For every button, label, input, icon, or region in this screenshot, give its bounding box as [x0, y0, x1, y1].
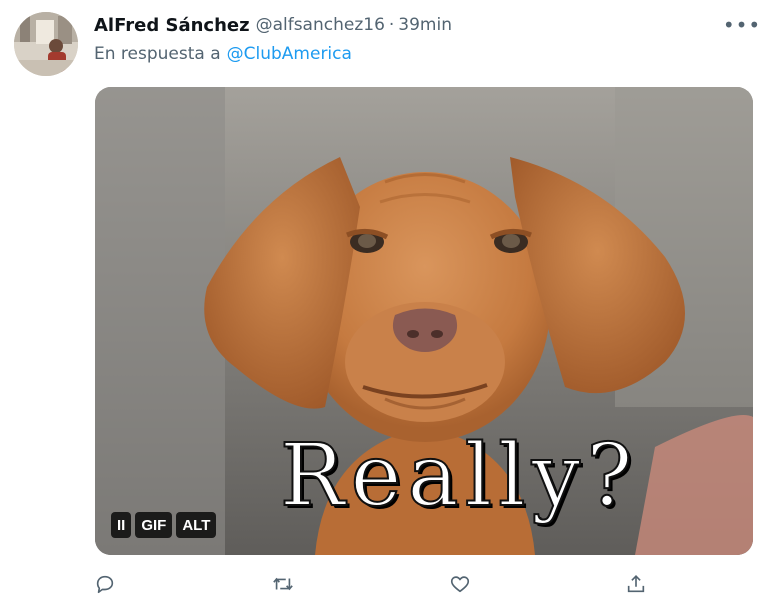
- reply-icon: [96, 575, 114, 594]
- media-badges: II GIF ALT: [111, 512, 217, 538]
- retweet-icon: [273, 577, 293, 591]
- tweet-actions: [95, 570, 655, 600]
- like-button[interactable]: [446, 570, 474, 598]
- separator-dot: ·: [388, 15, 395, 35]
- reply-context: En respuesta a @ClubAmerica: [94, 42, 352, 66]
- alt-text-button[interactable]: ALT: [176, 512, 217, 538]
- gif-caption: Really?: [279, 426, 639, 526]
- avatar[interactable]: [14, 12, 78, 76]
- gif-badge: GIF: [135, 512, 173, 538]
- more-options-button[interactable]: •••: [722, 12, 762, 38]
- user-handle[interactable]: @alfsanchez16: [256, 15, 385, 35]
- reply-button[interactable]: [91, 570, 119, 598]
- share-icon: [627, 575, 645, 593]
- timestamp[interactable]: 39min: [398, 15, 452, 35]
- share-button[interactable]: [622, 570, 650, 598]
- reply-mention-link[interactable]: @ClubAmerica: [227, 44, 352, 64]
- reply-prefix: En respuesta a: [94, 44, 221, 64]
- display-name[interactable]: AlFred Sánchez: [94, 15, 250, 36]
- like-icon: [450, 576, 470, 593]
- pause-button[interactable]: II: [111, 512, 132, 538]
- more-icon: •••: [722, 13, 762, 37]
- gif-media[interactable]: Really? II GIF ALT: [95, 87, 753, 555]
- retweet-button[interactable]: [269, 570, 297, 598]
- tweet-header: AlFred Sánchez @alfsanchez16 · 39min: [94, 12, 452, 38]
